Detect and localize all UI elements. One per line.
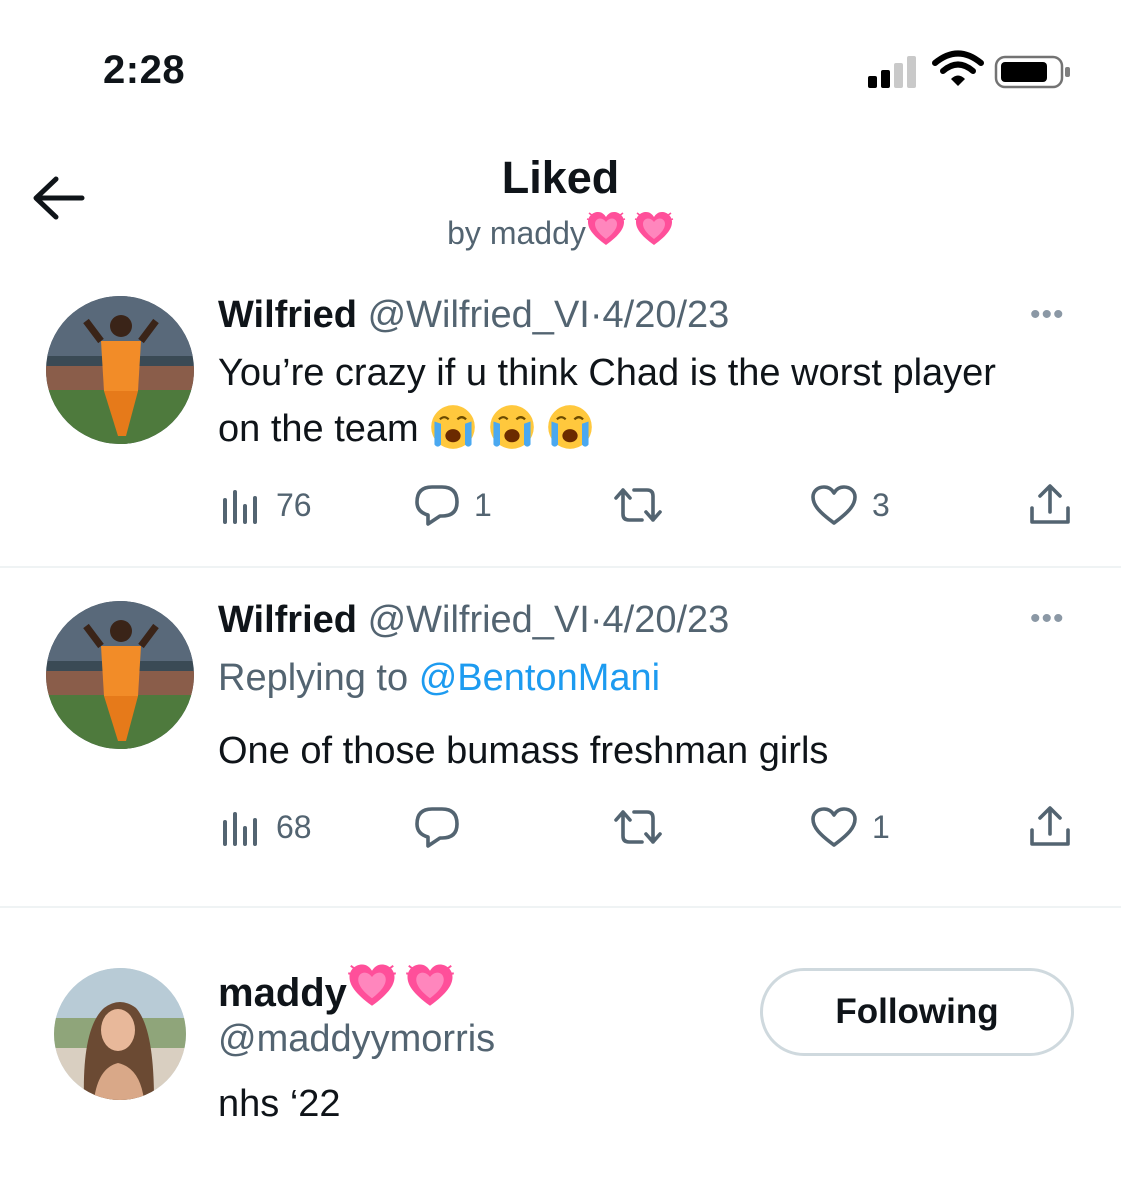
more-options-icon[interactable]: ••• xyxy=(1030,298,1065,332)
like-button[interactable]: 3 xyxy=(810,484,890,526)
reply-icon xyxy=(415,807,459,848)
reply-button[interactable] xyxy=(414,806,474,848)
more-options-icon[interactable]: ••• xyxy=(1030,602,1065,636)
page-title: Liked xyxy=(501,152,620,203)
views-icon xyxy=(223,812,257,846)
avatar-image xyxy=(46,601,194,749)
tweet-author-handle[interactable]: @Wilfried_VI xyxy=(368,599,590,641)
views-icon xyxy=(223,490,257,524)
tweet-date[interactable]: 4/20/23 xyxy=(603,599,730,641)
tweet-author-name[interactable]: Wilfried xyxy=(218,599,357,641)
user-handle[interactable]: @maddyymorris xyxy=(218,1018,495,1061)
reply-icon xyxy=(415,485,459,526)
views-count: 76 xyxy=(276,486,312,523)
replying-to-handle-link[interactable]: @BentonMani xyxy=(419,657,660,699)
avatar[interactable] xyxy=(46,296,194,444)
sparkling-heart-icon xyxy=(634,210,674,250)
tweet-header: Wilfried @Wilfried_VI·4/20/23 xyxy=(218,294,729,337)
tweet-separator: · xyxy=(589,599,603,641)
views-button[interactable]: 76 xyxy=(220,484,312,526)
replying-to: Replying to @BentonMani xyxy=(218,657,660,700)
divider xyxy=(0,566,1121,568)
retweet-button[interactable] xyxy=(612,806,678,848)
battery-icon xyxy=(994,55,1070,89)
loudly-crying-face-icon xyxy=(546,403,594,451)
tweet-author-name[interactable]: Wilfried xyxy=(218,294,357,336)
tweet-separator: · xyxy=(589,294,603,336)
tweet-date[interactable]: 4/20/23 xyxy=(603,294,730,336)
loudly-crying-face-icon xyxy=(429,403,477,451)
sparkling-heart-icon xyxy=(405,962,455,1012)
user-avatar-image xyxy=(54,968,186,1100)
retweet-icon xyxy=(614,810,662,844)
views-button[interactable]: 68 xyxy=(220,806,312,848)
replying-to-label: Replying to xyxy=(218,657,409,699)
reply-count: 1 xyxy=(474,486,492,523)
retweet-icon xyxy=(614,488,662,522)
like-count: 3 xyxy=(872,486,890,523)
like-icon xyxy=(811,807,857,847)
user-bio: nhs ‘22 xyxy=(218,1083,341,1125)
user-display-name[interactable]: maddy xyxy=(218,962,455,1016)
status-time: 2:28 xyxy=(103,48,186,92)
sparkling-heart-icon xyxy=(586,210,626,250)
sparkling-heart-icon xyxy=(347,962,397,1012)
tweet-header: Wilfried @Wilfried_VI·4/20/23 xyxy=(218,599,729,642)
following-button[interactable]: Following xyxy=(760,968,1074,1056)
tweet-text-content: You’re crazy if u think Chad is the wors… xyxy=(218,352,996,450)
cellular-signal-icon xyxy=(868,56,916,88)
views-count: 68 xyxy=(276,808,312,845)
share-icon[interactable] xyxy=(1028,482,1072,526)
share-icon[interactable] xyxy=(1028,804,1072,848)
like-count: 1 xyxy=(872,808,890,845)
tweet-author-handle[interactable]: @Wilfried_VI xyxy=(368,294,590,336)
wifi-icon xyxy=(932,50,984,86)
like-button[interactable]: 1 xyxy=(810,806,890,848)
tweet-text: One of those bumass freshman girls xyxy=(218,730,829,772)
reply-button[interactable]: 1 xyxy=(414,484,492,526)
avatar-image xyxy=(46,296,194,444)
tweet-text: You’re crazy if u think Chad is the wors… xyxy=(218,345,1018,457)
retweet-button[interactable] xyxy=(612,484,678,526)
page-subtitle-text: by maddy xyxy=(447,215,586,251)
avatar[interactable] xyxy=(46,601,194,749)
page-subtitle: by maddy xyxy=(0,210,1121,252)
like-icon xyxy=(811,485,857,525)
loudly-crying-face-icon xyxy=(488,403,536,451)
divider xyxy=(0,906,1121,908)
user-name-text: maddy xyxy=(218,971,347,1015)
user-avatar[interactable] xyxy=(54,968,186,1100)
